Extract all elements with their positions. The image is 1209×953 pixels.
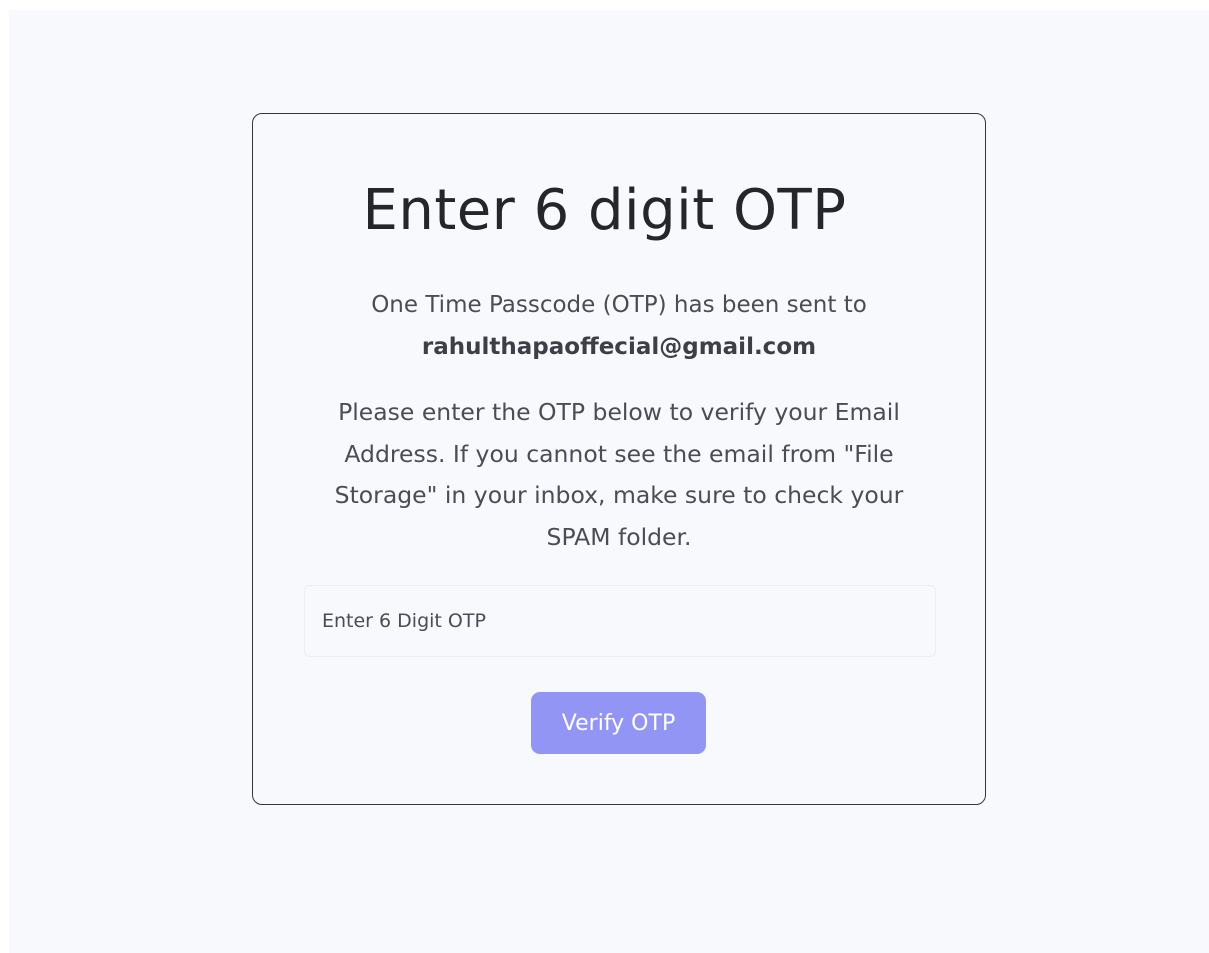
- page-title: Enter 6 digit OTP: [362, 178, 847, 243]
- otp-sent-text: One Time Passcode (OTP) has been sent to: [371, 292, 867, 318]
- otp-input[interactable]: [304, 585, 936, 657]
- recipient-email: rahulthapaoffecial@gmail.com: [421, 334, 817, 360]
- otp-sent-notice: One Time Passcode (OTP) has been sent to…: [300, 284, 938, 368]
- verify-otp-button[interactable]: Verify OTP: [531, 692, 706, 754]
- otp-instructions: Please enter the OTP below to verify you…: [334, 398, 904, 551]
